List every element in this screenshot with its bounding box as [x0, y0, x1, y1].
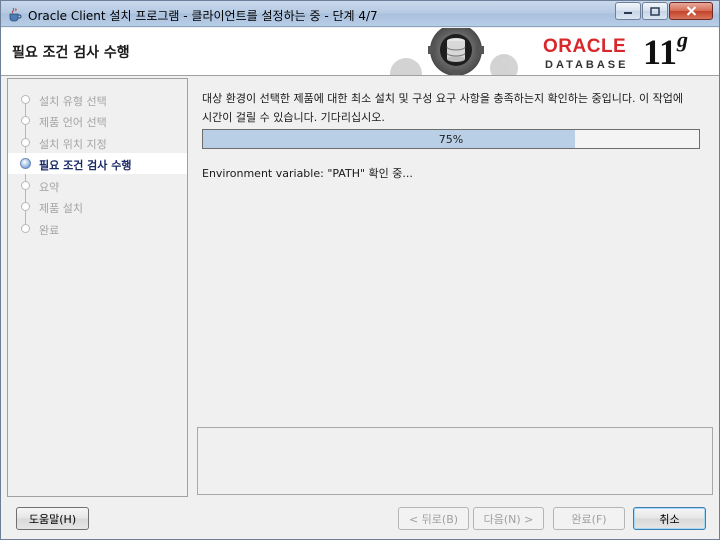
step-label: 요약 — [39, 181, 60, 194]
detail-message-area — [197, 427, 713, 495]
version-mark: 11g — [643, 28, 689, 73]
step-label: 제품 설치 — [39, 202, 83, 215]
step-summary: 요약 — [8, 175, 187, 196]
page-title: 필요 조건 검사 수행 — [12, 45, 130, 61]
step-install-type: 설치 유형 선택 — [8, 89, 187, 110]
close-icon — [686, 6, 696, 16]
step-indicator-icon — [21, 224, 30, 233]
progress-label: 75% — [438, 133, 464, 146]
window-title: Oracle Client 설치 프로그램 - 클라이언트를 설정하는 중 - … — [28, 9, 378, 23]
finish-button[interactable]: 완료(F) — [553, 507, 625, 530]
next-button[interactable]: 다음(N) > — [473, 507, 544, 530]
version-number: 11 — [643, 32, 678, 72]
back-button[interactable]: < 뒤로(B) — [398, 507, 469, 530]
main-content: 대상 환경이 선택한 제품에 대한 최소 설치 및 구성 요구 사항을 충족하는… — [189, 78, 713, 497]
oracle-database-label: DATABASE — [545, 59, 629, 71]
java-cup-icon — [7, 6, 23, 22]
step-label: 설치 위치 지정 — [39, 138, 107, 151]
step-product-language: 제품 언어 선택 — [8, 110, 187, 131]
step-finish: 완료 — [8, 218, 187, 239]
installer-window: Oracle Client 설치 프로그램 - 클라이언트를 설정하는 중 - … — [0, 0, 720, 540]
step-label: 필요 조건 검사 수행 — [39, 159, 132, 172]
oracle-logo: ORACLE — [543, 36, 627, 57]
step-label: 제품 언어 선택 — [39, 116, 107, 129]
title-bar[interactable]: Oracle Client 설치 프로그램 - 클라이언트를 설정하는 중 - … — [1, 1, 719, 27]
step-install-product: 제품 설치 — [8, 196, 187, 217]
check-description: 대상 환경이 선택한 제품에 대한 최소 설치 및 구성 요구 사항을 충족하는… — [202, 92, 683, 124]
step-label: 설치 유형 선택 — [39, 95, 107, 108]
status-text: Environment variable: "PATH" 확인 중... — [202, 167, 413, 180]
step-label: 완료 — [39, 224, 60, 237]
step-indicator-icon — [21, 95, 30, 104]
step-indicator-icon — [21, 138, 30, 147]
steps-panel: 설치 유형 선택 제품 언어 선택 설치 위치 지정 필요 조건 검사 수행 요… — [7, 78, 188, 497]
step-install-location: 설치 위치 지정 — [8, 132, 187, 153]
minimize-icon — [624, 12, 632, 14]
step-indicator-icon — [20, 158, 31, 169]
close-button[interactable] — [669, 2, 713, 20]
step-indicator-icon — [21, 202, 30, 211]
version-suffix: g — [677, 28, 689, 52]
help-button[interactable]: 도움말(H) — [16, 507, 89, 530]
header-banner: 필요 조건 검사 수행 ORACLE DATABASE 11g — [1, 28, 719, 76]
gears-database-icon — [390, 28, 518, 75]
window-controls — [614, 2, 713, 20]
progress-bar: 75% — [202, 129, 700, 149]
cancel-button[interactable]: 취소 — [633, 507, 706, 530]
step-indicator-icon — [21, 116, 30, 125]
step-prerequisite-checks: 필요 조건 검사 수행 — [8, 153, 187, 174]
step-indicator-icon — [21, 181, 30, 190]
minimize-button[interactable] — [615, 2, 641, 20]
maximize-icon — [650, 6, 660, 16]
maximize-button[interactable] — [642, 2, 668, 20]
